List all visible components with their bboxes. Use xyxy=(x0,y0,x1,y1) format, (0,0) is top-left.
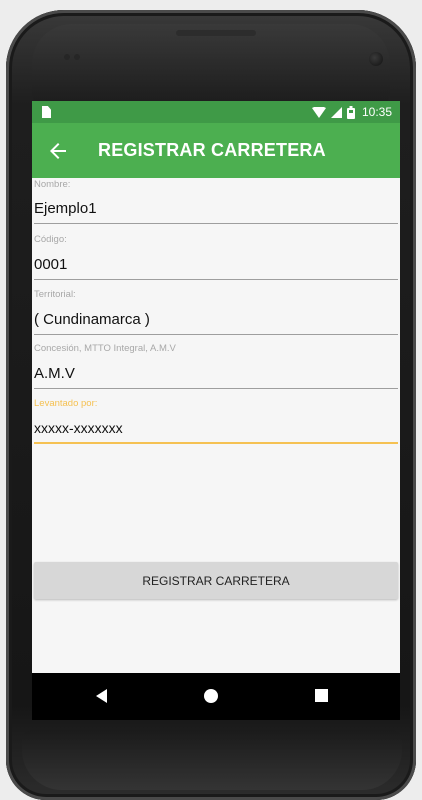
phone-bottom-bezel xyxy=(22,730,402,790)
nombre-label: Nombre: xyxy=(34,179,71,190)
levantado-por-label: Levantado por: xyxy=(34,398,98,409)
codigo-label: Código: xyxy=(34,234,67,245)
status-bar: 10:35 xyxy=(32,101,400,123)
registrar-carretera-button[interactable]: REGISTRAR CARRETERA xyxy=(34,562,398,599)
front-camera-icon xyxy=(369,52,383,66)
app-bar: REGISTRAR CARRETERA xyxy=(32,123,400,178)
levantado-por-input[interactable] xyxy=(34,420,398,436)
phone-top-bezel xyxy=(32,24,390,104)
page-title: REGISTRAR CARRETERA xyxy=(98,140,326,160)
status-time: 10:35 xyxy=(361,105,392,119)
levantado-por-underline xyxy=(34,442,398,444)
earpiece-speaker xyxy=(176,30,256,36)
sim-card-icon xyxy=(42,106,51,118)
territorial-input[interactable] xyxy=(34,311,398,328)
codigo-underline xyxy=(34,279,398,280)
nombre-underline xyxy=(34,223,398,224)
concesion-underline xyxy=(34,388,398,389)
battery-icon xyxy=(346,105,355,119)
home-circle-icon[interactable] xyxy=(204,689,218,703)
concesion-label: Concesión, MTTO Integral, A.M.V xyxy=(34,343,176,354)
codigo-input[interactable] xyxy=(34,256,398,273)
signal-icon xyxy=(330,106,342,118)
nombre-input[interactable] xyxy=(34,200,398,217)
proximity-sensors xyxy=(64,54,82,62)
wifi-icon xyxy=(311,106,326,118)
territorial-label: Territorial: xyxy=(34,289,76,300)
android-nav-bar xyxy=(32,673,400,720)
status-icons: 10:35 xyxy=(311,104,392,120)
recents-square-icon[interactable] xyxy=(315,689,328,702)
territorial-underline xyxy=(34,334,398,335)
back-triangle-icon[interactable] xyxy=(96,689,107,703)
concesion-input[interactable] xyxy=(34,365,398,382)
arrow-left-icon[interactable] xyxy=(46,139,70,163)
device-screen: 10:35 REGISTRAR CARRETERA Nombre: Código… xyxy=(32,101,400,720)
